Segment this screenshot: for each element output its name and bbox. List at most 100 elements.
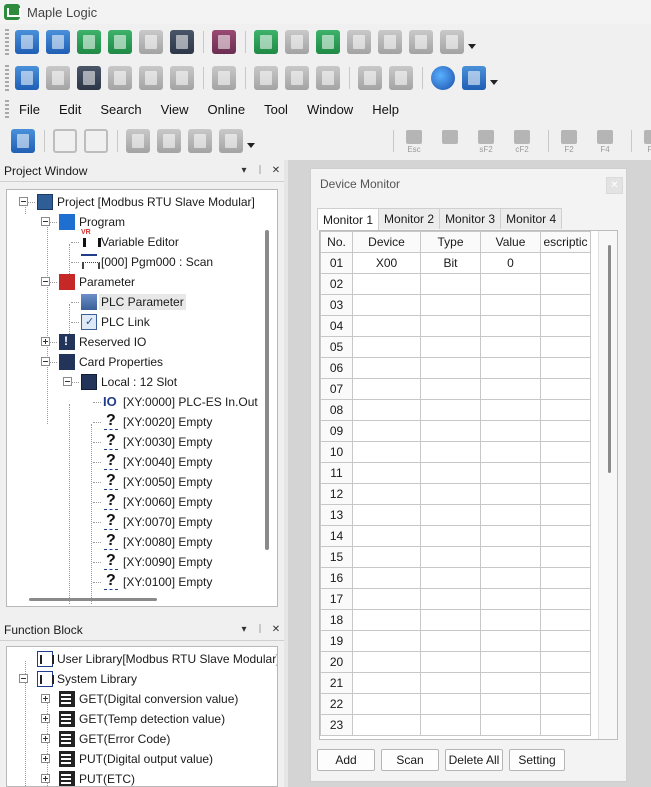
table-cell[interactable]: [540, 378, 591, 400]
menu-edit[interactable]: Edit: [59, 102, 81, 117]
table-row[interactable]: 05: [320, 336, 591, 358]
table-cell[interactable]: [352, 483, 421, 505]
table-cell[interactable]: [540, 252, 591, 274]
delete-all-button[interactable]: Delete All: [445, 749, 503, 771]
table-cell[interactable]: [480, 336, 541, 358]
menu-online[interactable]: Online: [208, 102, 246, 117]
table-row[interactable]: 03: [320, 294, 591, 316]
table-cell[interactable]: [352, 378, 421, 400]
table-cell[interactable]: [352, 357, 421, 379]
menu-tool[interactable]: Tool: [264, 102, 288, 117]
open-document-icon[interactable]: [108, 30, 132, 54]
project-tree-hscroll[interactable]: [29, 598, 157, 601]
add-program-icon[interactable]: [254, 30, 278, 54]
table-cell[interactable]: [352, 315, 421, 337]
scan-button[interactable]: Scan: [381, 749, 439, 771]
table-cell[interactable]: [540, 672, 591, 694]
table-cell[interactable]: [480, 441, 541, 463]
table-cell[interactable]: Bit: [420, 252, 481, 274]
table-cell[interactable]: [352, 441, 421, 463]
tree-item[interactable]: Variable Editor: [81, 229, 179, 252]
pause-icon[interactable]: [316, 66, 340, 90]
tree-item[interactable]: [XY:0030] Empty: [103, 432, 212, 452]
table-row[interactable]: 17: [320, 588, 591, 610]
device-grid-vscroll-thumb[interactable]: [608, 245, 611, 473]
table-cell[interactable]: [480, 357, 541, 379]
table-cell[interactable]: [480, 546, 541, 568]
tree-item[interactable]: Program: [59, 212, 125, 232]
table-row[interactable]: 09: [320, 420, 591, 442]
table-cell[interactable]: [540, 504, 591, 526]
table-cell[interactable]: [540, 462, 591, 484]
column-header[interactable]: No.: [320, 231, 353, 253]
table-cell[interactable]: [352, 693, 421, 715]
table-cell[interactable]: [352, 420, 421, 442]
table-cell[interactable]: [480, 378, 541, 400]
table-cell[interactable]: [480, 273, 541, 295]
table-cell[interactable]: [420, 651, 481, 673]
table-cell[interactable]: [420, 588, 481, 610]
project-tree[interactable]: Project [Modbus RTU Slave Modular] Progra…: [6, 189, 278, 607]
shift-f2-key-icon[interactable]: sF2: [474, 128, 498, 154]
device-grid-vscroll-track[interactable]: [598, 231, 617, 739]
f2-key-icon[interactable]: F2: [557, 128, 581, 154]
table-cell[interactable]: [540, 651, 591, 673]
table-cell[interactable]: [352, 336, 421, 358]
table-cell[interactable]: X00: [352, 252, 421, 274]
tree-item[interactable]: [XY:0070] Empty: [103, 512, 212, 532]
toolbar-grip[interactable]: [5, 29, 9, 55]
edit-key-icon[interactable]: [438, 128, 462, 154]
toolbar-grip[interactable]: [5, 65, 9, 91]
tree-item[interactable]: [XY:0090] Empty: [103, 552, 212, 572]
table-cell[interactable]: [352, 567, 421, 589]
new-project-icon[interactable]: [15, 30, 39, 54]
toolbar-overflow-chevron-icon[interactable]: [490, 79, 498, 85]
table-cell[interactable]: [352, 504, 421, 526]
disconnect-icon[interactable]: [46, 66, 70, 90]
clear-plc-icon[interactable]: [139, 66, 163, 90]
table-cell[interactable]: [352, 546, 421, 568]
tree-item[interactable]: Parameter: [59, 272, 135, 292]
table-cell[interactable]: [352, 588, 421, 610]
close-icon[interactable]: ✕: [268, 624, 284, 635]
globe-icon[interactable]: [431, 66, 455, 90]
table-cell[interactable]: [420, 399, 481, 421]
table-cell[interactable]: [540, 357, 591, 379]
table-cell[interactable]: [540, 630, 591, 652]
write-plc-icon[interactable]: [108, 66, 132, 90]
tree-item[interactable]: GET(Error Code): [59, 729, 170, 749]
menu-grip[interactable]: [5, 100, 9, 118]
table-cell[interactable]: [480, 315, 541, 337]
table-cell[interactable]: [480, 651, 541, 673]
table-cell[interactable]: [352, 273, 421, 295]
expand-icon[interactable]: [41, 774, 50, 783]
expand-icon[interactable]: [41, 694, 50, 703]
stop-icon[interactable]: [285, 66, 309, 90]
panel-menu-chevron-icon[interactable]: ▾: [236, 165, 252, 176]
table-cell[interactable]: [420, 693, 481, 715]
collapse-icon[interactable]: [19, 674, 28, 683]
table-row[interactable]: 10: [320, 441, 591, 463]
table-row[interactable]: 07: [320, 378, 591, 400]
table-row[interactable]: 14: [320, 525, 591, 547]
column-header[interactable]: escriptic: [540, 231, 591, 253]
table-cell[interactable]: [540, 567, 591, 589]
pin-icon[interactable]: ᛁ: [252, 624, 268, 635]
menu-file[interactable]: File: [19, 102, 40, 117]
remove-program-icon[interactable]: [285, 30, 309, 54]
tree-item[interactable]: Reserved IO: [59, 332, 146, 352]
tree-item[interactable]: [XY:0040] Empty: [103, 452, 212, 472]
comment-icon[interactable]: [188, 129, 212, 153]
add-button[interactable]: Add: [317, 749, 375, 771]
program-list-icon[interactable]: [316, 30, 340, 54]
table-cell[interactable]: [420, 630, 481, 652]
tree-item[interactable]: [000] Pgm000 : Scan: [81, 252, 213, 272]
tree-item[interactable]: [XY:0060] Empty: [103, 492, 212, 512]
table-cell[interactable]: [480, 483, 541, 505]
tree-item[interactable]: GET(Temp detection value): [59, 709, 225, 729]
table-cell[interactable]: [540, 294, 591, 316]
table-row[interactable]: 08: [320, 399, 591, 421]
table-cell[interactable]: [352, 630, 421, 652]
table-cell[interactable]: [420, 357, 481, 379]
upload-icon[interactable]: [378, 30, 402, 54]
